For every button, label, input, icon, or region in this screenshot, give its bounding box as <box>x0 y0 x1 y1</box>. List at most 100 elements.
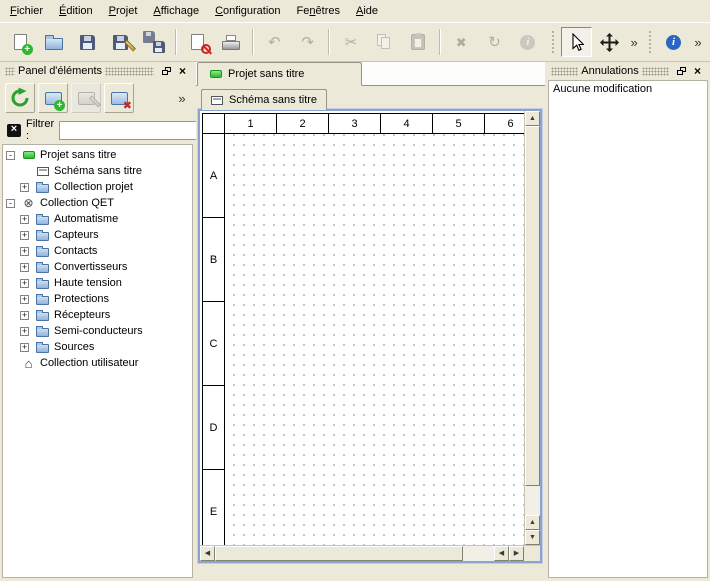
paste-icon-part <box>411 34 425 50</box>
folder-icon <box>34 260 51 274</box>
menu-affichage[interactable]: Affichage <box>145 0 207 22</box>
toolbar-print-button[interactable] <box>215 27 246 57</box>
tree-expander-plus[interactable]: + <box>20 311 29 320</box>
scroll-up-button[interactable] <box>525 111 540 126</box>
toolbar-about-button[interactable]: i <box>658 27 689 57</box>
workspace: Projet sans titre Schéma sans titre 1234… <box>196 62 545 581</box>
toolbar-save-as-button[interactable] <box>105 27 136 57</box>
tree-expander-slot: + <box>20 327 34 336</box>
float-panel-button[interactable] <box>672 64 687 78</box>
element-tree[interactable]: -Projet sans titreSchéma sans titre+Coll… <box>2 144 193 578</box>
dock-grip <box>642 67 669 76</box>
close-panel-button[interactable] <box>690 64 705 78</box>
schema-tab-label: Schéma sans titre <box>229 94 317 106</box>
diagram-grid[interactable] <box>225 134 524 545</box>
schema-tab[interactable]: Schéma sans titre <box>201 89 327 110</box>
tree-expander-plus[interactable]: + <box>20 343 29 352</box>
toolbar-new-project-button[interactable]: + <box>5 27 36 57</box>
float-panel-button[interactable] <box>157 64 172 78</box>
vertical-scroll-track[interactable] <box>525 486 540 515</box>
project-tab[interactable]: Projet sans titre <box>197 62 362 86</box>
new-element-button[interactable]: + <box>38 83 68 113</box>
tree-item-collection-qet[interactable]: -⊗Collection QET <box>3 195 192 211</box>
view-toolbar-overflow-button[interactable] <box>626 28 642 56</box>
tree-expander-plus[interactable]: + <box>20 183 29 192</box>
tree-expander-plus[interactable]: + <box>20 247 29 256</box>
scroll-down-button[interactable] <box>525 530 540 545</box>
vertical-scroll-thumb[interactable] <box>525 126 540 486</box>
tree-item-protections[interactable]: +Protections <box>3 291 192 307</box>
menu-aide[interactable]: Aide <box>348 0 386 22</box>
toolbar-undo-button[interactable]: ↶ <box>259 27 290 57</box>
tree-item-collection-projet[interactable]: +Collection projet <box>3 179 192 195</box>
toolbar-cut-button[interactable]: ✂ <box>335 27 366 57</box>
scroll-right-button[interactable] <box>509 546 524 561</box>
horizontal-scroll-thumb[interactable] <box>215 546 463 561</box>
tree-expander-plus[interactable]: + <box>20 231 29 240</box>
scroll-left-button-right[interactable] <box>494 546 509 561</box>
tree-item-convertisseurs[interactable]: +Convertisseurs <box>3 259 192 275</box>
tree-item-haute-tension[interactable]: +Haute tension <box>3 275 192 291</box>
cut-icon: ✂ <box>338 29 364 55</box>
pointer-icon <box>563 29 589 55</box>
tree-item-contacts[interactable]: +Contacts <box>3 243 192 259</box>
project-icon <box>210 70 222 78</box>
tree-item-sch-ma-sans-titre[interactable]: Schéma sans titre <box>3 163 192 179</box>
toolbars-overflow-button[interactable] <box>690 28 706 56</box>
tree-expander-minus[interactable]: - <box>6 199 15 208</box>
tree-expander-plus[interactable]: + <box>20 327 29 336</box>
edit-element-button[interactable] <box>71 83 101 113</box>
tree-expander-plus[interactable]: + <box>20 263 29 272</box>
elements-panel-titlebar[interactable]: Panel d'éléments <box>2 62 193 80</box>
folder-icon-part <box>36 328 49 337</box>
toolbar-delete-button[interactable]: ✖ <box>446 27 477 57</box>
toolbar-rotate-button[interactable]: ↻ <box>479 27 510 57</box>
menu-fen-tres[interactable]: Fenêtres <box>289 0 348 22</box>
toolbar-redo-button[interactable]: ↷ <box>292 27 323 57</box>
toolbar-close-project-button[interactable] <box>182 27 213 57</box>
undo-list[interactable]: Aucune modification <box>548 80 708 578</box>
tree-item-label: Sources <box>54 341 94 353</box>
tree-item-r-cepteurs[interactable]: +Récepteurs <box>3 307 192 323</box>
menu-fichier[interactable]: Fichier <box>2 0 51 22</box>
toolbar-open-project-button[interactable] <box>38 27 69 57</box>
folder-icon <box>34 340 51 354</box>
elements-toolbar-overflow-button[interactable] <box>174 84 190 112</box>
scroll-left-button[interactable] <box>200 546 215 561</box>
delete-element-button[interactable]: ✖ <box>104 83 134 113</box>
toolbar-save-button[interactable] <box>72 27 103 57</box>
tree-item-projet-sans-titre[interactable]: -Projet sans titre <box>3 147 192 163</box>
reload-collections-button[interactable] <box>5 83 35 113</box>
menu-dition[interactable]: Édition <box>51 0 101 22</box>
toolbar-element-info-button[interactable]: i <box>512 27 543 57</box>
vertical-scrollbar[interactable] <box>524 111 540 545</box>
toolbar-paste-button[interactable] <box>402 27 433 57</box>
menu-projet[interactable]: Projet <box>101 0 146 22</box>
diagram-viewport[interactable]: 123456 ABCDE <box>200 111 524 545</box>
tree-item-collection-utilisateur[interactable]: ⌂Collection utilisateur <box>3 355 192 371</box>
filter-input[interactable] <box>59 121 209 140</box>
undo-panel-titlebar[interactable]: Annulations <box>548 62 708 80</box>
tree-item-automatisme[interactable]: +Automatisme <box>3 211 192 227</box>
folder-open-icon-part <box>45 38 63 50</box>
horizontal-scroll-track[interactable] <box>463 546 494 561</box>
scroll-up-button-bottom[interactable] <box>525 515 540 530</box>
toolbar-pan-mode-button[interactable] <box>594 27 625 57</box>
ruler-column-6: 6 <box>485 114 524 134</box>
menu-configuration[interactable]: Configuration <box>207 0 288 22</box>
tree-expander-minus[interactable]: - <box>6 151 15 160</box>
tree-expander-plus[interactable]: + <box>20 215 29 224</box>
floppy-pencil-icon <box>108 29 134 55</box>
tree-item-capteurs[interactable]: +Capteurs <box>3 227 192 243</box>
close-panel-button[interactable] <box>175 64 190 78</box>
doc-plus-icon: + <box>8 29 34 55</box>
tree-item-semi-conducteurs[interactable]: +Semi-conducteurs <box>3 323 192 339</box>
horizontal-scrollbar[interactable] <box>200 545 524 561</box>
tree-expander-plus[interactable]: + <box>20 295 29 304</box>
toolbar-selection-mode-button[interactable] <box>561 27 592 57</box>
clear-filter-button[interactable] <box>7 122 21 138</box>
toolbar-copy-button[interactable] <box>369 27 400 57</box>
tree-item-sources[interactable]: + Sources <box>3 339 192 355</box>
tree-expander-plus[interactable]: + <box>20 279 29 288</box>
toolbar-save-all-button[interactable] <box>139 27 170 57</box>
